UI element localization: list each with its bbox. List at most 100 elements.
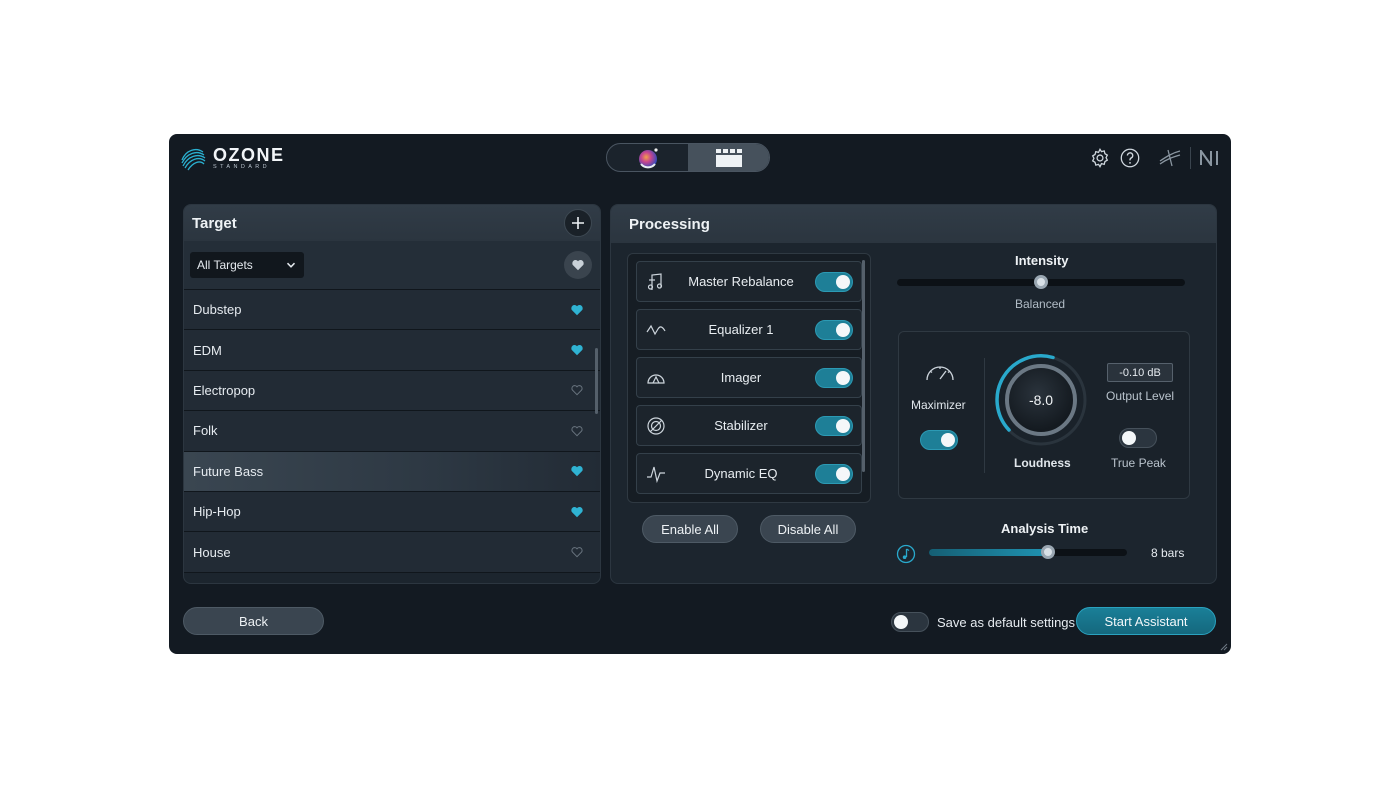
ozone-logo: OZONE STANDARD xyxy=(179,144,285,172)
heart-icon xyxy=(572,260,584,271)
analysis-time-thumb[interactable] xyxy=(1041,545,1055,559)
settings-button[interactable] xyxy=(1088,146,1112,170)
module-row-equalizer[interactable]: Equalizer 1 xyxy=(636,309,862,350)
header-divider xyxy=(1190,147,1191,169)
module-list-scrollbar[interactable] xyxy=(862,260,865,472)
module-label: Equalizer 1 xyxy=(708,322,774,337)
module-list: Master Rebalance Equalizer 1 Imager Stab… xyxy=(627,253,871,503)
maximizer-toggle[interactable] xyxy=(920,430,958,450)
heart-filled-icon[interactable] xyxy=(570,303,584,317)
analysis-time-label: Analysis Time xyxy=(1001,521,1089,536)
dynamic-eq-toggle[interactable] xyxy=(815,463,853,484)
heart-outline-icon[interactable] xyxy=(570,545,584,559)
processing-title: Processing xyxy=(629,215,710,233)
izotope-link[interactable] xyxy=(1158,146,1182,170)
help-button[interactable] xyxy=(1118,146,1142,170)
list-item-selected[interactable]: Future Bass xyxy=(184,451,600,492)
stabilizer-icon xyxy=(647,416,665,435)
module-label: Dynamic EQ xyxy=(704,466,778,481)
list-item[interactable]: House xyxy=(184,532,600,573)
loudness-knob[interactable]: -8.0 xyxy=(993,352,1089,448)
analysis-time-fill xyxy=(929,549,1048,556)
list-item-label: Electropop xyxy=(193,382,256,398)
maximizer-label: Maximizer xyxy=(911,398,966,412)
module-label: Master Rebalance xyxy=(688,274,794,289)
intensity-slider-thumb[interactable] xyxy=(1034,275,1048,289)
target-filter-select[interactable]: All Targets xyxy=(190,252,304,278)
gauge-icon xyxy=(926,366,954,381)
izotope-logo-icon xyxy=(1159,149,1181,167)
disable-all-button[interactable]: Disable All xyxy=(760,515,856,543)
logo-subtitle: STANDARD xyxy=(213,163,271,170)
ozone-window: OZONE STANDARD Target All Targets Dubste… xyxy=(169,134,1231,654)
list-item[interactable]: Hip-Hop xyxy=(184,491,600,533)
assistant-mode-button[interactable] xyxy=(607,144,688,171)
module-label: Stabilizer xyxy=(714,418,768,433)
resize-handle-icon[interactable] xyxy=(1220,643,1228,651)
imager-icon xyxy=(647,373,665,384)
processing-panel: Processing Master Rebalance Equalizer 1 … xyxy=(610,204,1217,584)
module-row-dynamic-eq[interactable]: Dynamic EQ xyxy=(636,453,862,494)
add-target-button[interactable] xyxy=(564,209,592,237)
heart-filled-icon[interactable] xyxy=(570,505,584,519)
dynamic-eq-icon xyxy=(647,466,665,483)
list-item-label: Folk xyxy=(193,423,218,439)
target-title: Target xyxy=(192,214,237,232)
target-panel: Target All Targets Dubstep EDM Electropo… xyxy=(183,204,601,584)
ozone-swirl-icon xyxy=(181,149,206,171)
true-peak-label: True Peak xyxy=(1111,456,1166,470)
header-icons xyxy=(1088,146,1223,170)
intensity-label: Intensity xyxy=(1015,253,1069,268)
help-icon xyxy=(1120,148,1140,168)
gear-icon xyxy=(1091,147,1109,169)
target-list-scrollbar[interactable] xyxy=(595,348,598,414)
maximizer-box: Maximizer -8.0 Loudness -0.10 dB Output … xyxy=(898,331,1190,499)
list-item-label: Dubstep xyxy=(193,302,242,318)
module-row-master-rebalance[interactable]: Master Rebalance xyxy=(636,261,862,302)
list-item[interactable]: Dubstep xyxy=(184,290,600,331)
ni-logo-icon xyxy=(1200,150,1218,166)
list-item-label: EDM xyxy=(193,342,222,358)
modules-mode-button[interactable] xyxy=(688,144,769,171)
heart-outline-icon[interactable] xyxy=(570,383,584,397)
enable-all-button[interactable]: Enable All xyxy=(642,515,738,543)
list-item[interactable]: Folk xyxy=(184,411,600,452)
list-item[interactable]: EDM xyxy=(184,330,600,371)
equalizer-icon xyxy=(646,324,666,335)
target-list: Dubstep EDM Electropop Folk Future Bass … xyxy=(184,290,600,582)
save-default-label: Save as default settings xyxy=(937,614,1076,630)
save-default-toggle[interactable] xyxy=(891,612,929,632)
stabilizer-toggle[interactable] xyxy=(815,415,853,436)
loudness-label: Loudness xyxy=(1014,456,1071,470)
heart-outline-icon[interactable] xyxy=(570,424,584,438)
heart-filled-icon[interactable] xyxy=(570,343,584,357)
module-row-stabilizer[interactable]: Stabilizer xyxy=(636,405,862,446)
loudness-value: -8.0 xyxy=(1005,364,1077,436)
output-level-value[interactable]: -0.10 dB xyxy=(1107,363,1173,382)
favorites-filter-button[interactable] xyxy=(564,251,592,279)
intensity-value: Balanced xyxy=(1015,297,1066,311)
true-peak-toggle[interactable] xyxy=(1119,428,1157,448)
mode-switch xyxy=(606,143,770,172)
imager-toggle[interactable] xyxy=(815,367,853,388)
back-button[interactable]: Back xyxy=(183,607,324,635)
target-filter-value: All Targets xyxy=(197,258,253,272)
start-assistant-button[interactable]: Start Assistant xyxy=(1076,607,1216,635)
modules-grid-icon xyxy=(715,148,742,167)
assistant-orb-icon xyxy=(638,147,658,168)
plus-icon xyxy=(572,217,584,229)
maximizer-divider xyxy=(984,358,985,473)
master-rebalance-toggle[interactable] xyxy=(815,271,853,292)
save-default-row: Save as default settings xyxy=(891,612,1075,632)
note-icon xyxy=(896,544,916,564)
analysis-time-value: 8 bars xyxy=(1151,546,1185,560)
master-rebalance-icon xyxy=(647,272,663,290)
list-item[interactable]: Electropop xyxy=(184,370,600,412)
heart-filled-icon[interactable] xyxy=(570,464,584,478)
equalizer-toggle[interactable] xyxy=(815,319,853,340)
module-row-imager[interactable]: Imager xyxy=(636,357,862,398)
ni-link[interactable] xyxy=(1199,146,1223,170)
chevron-down-icon xyxy=(286,262,296,268)
target-filter-row: All Targets xyxy=(184,241,600,290)
output-level-label: Output Level xyxy=(1106,389,1175,403)
